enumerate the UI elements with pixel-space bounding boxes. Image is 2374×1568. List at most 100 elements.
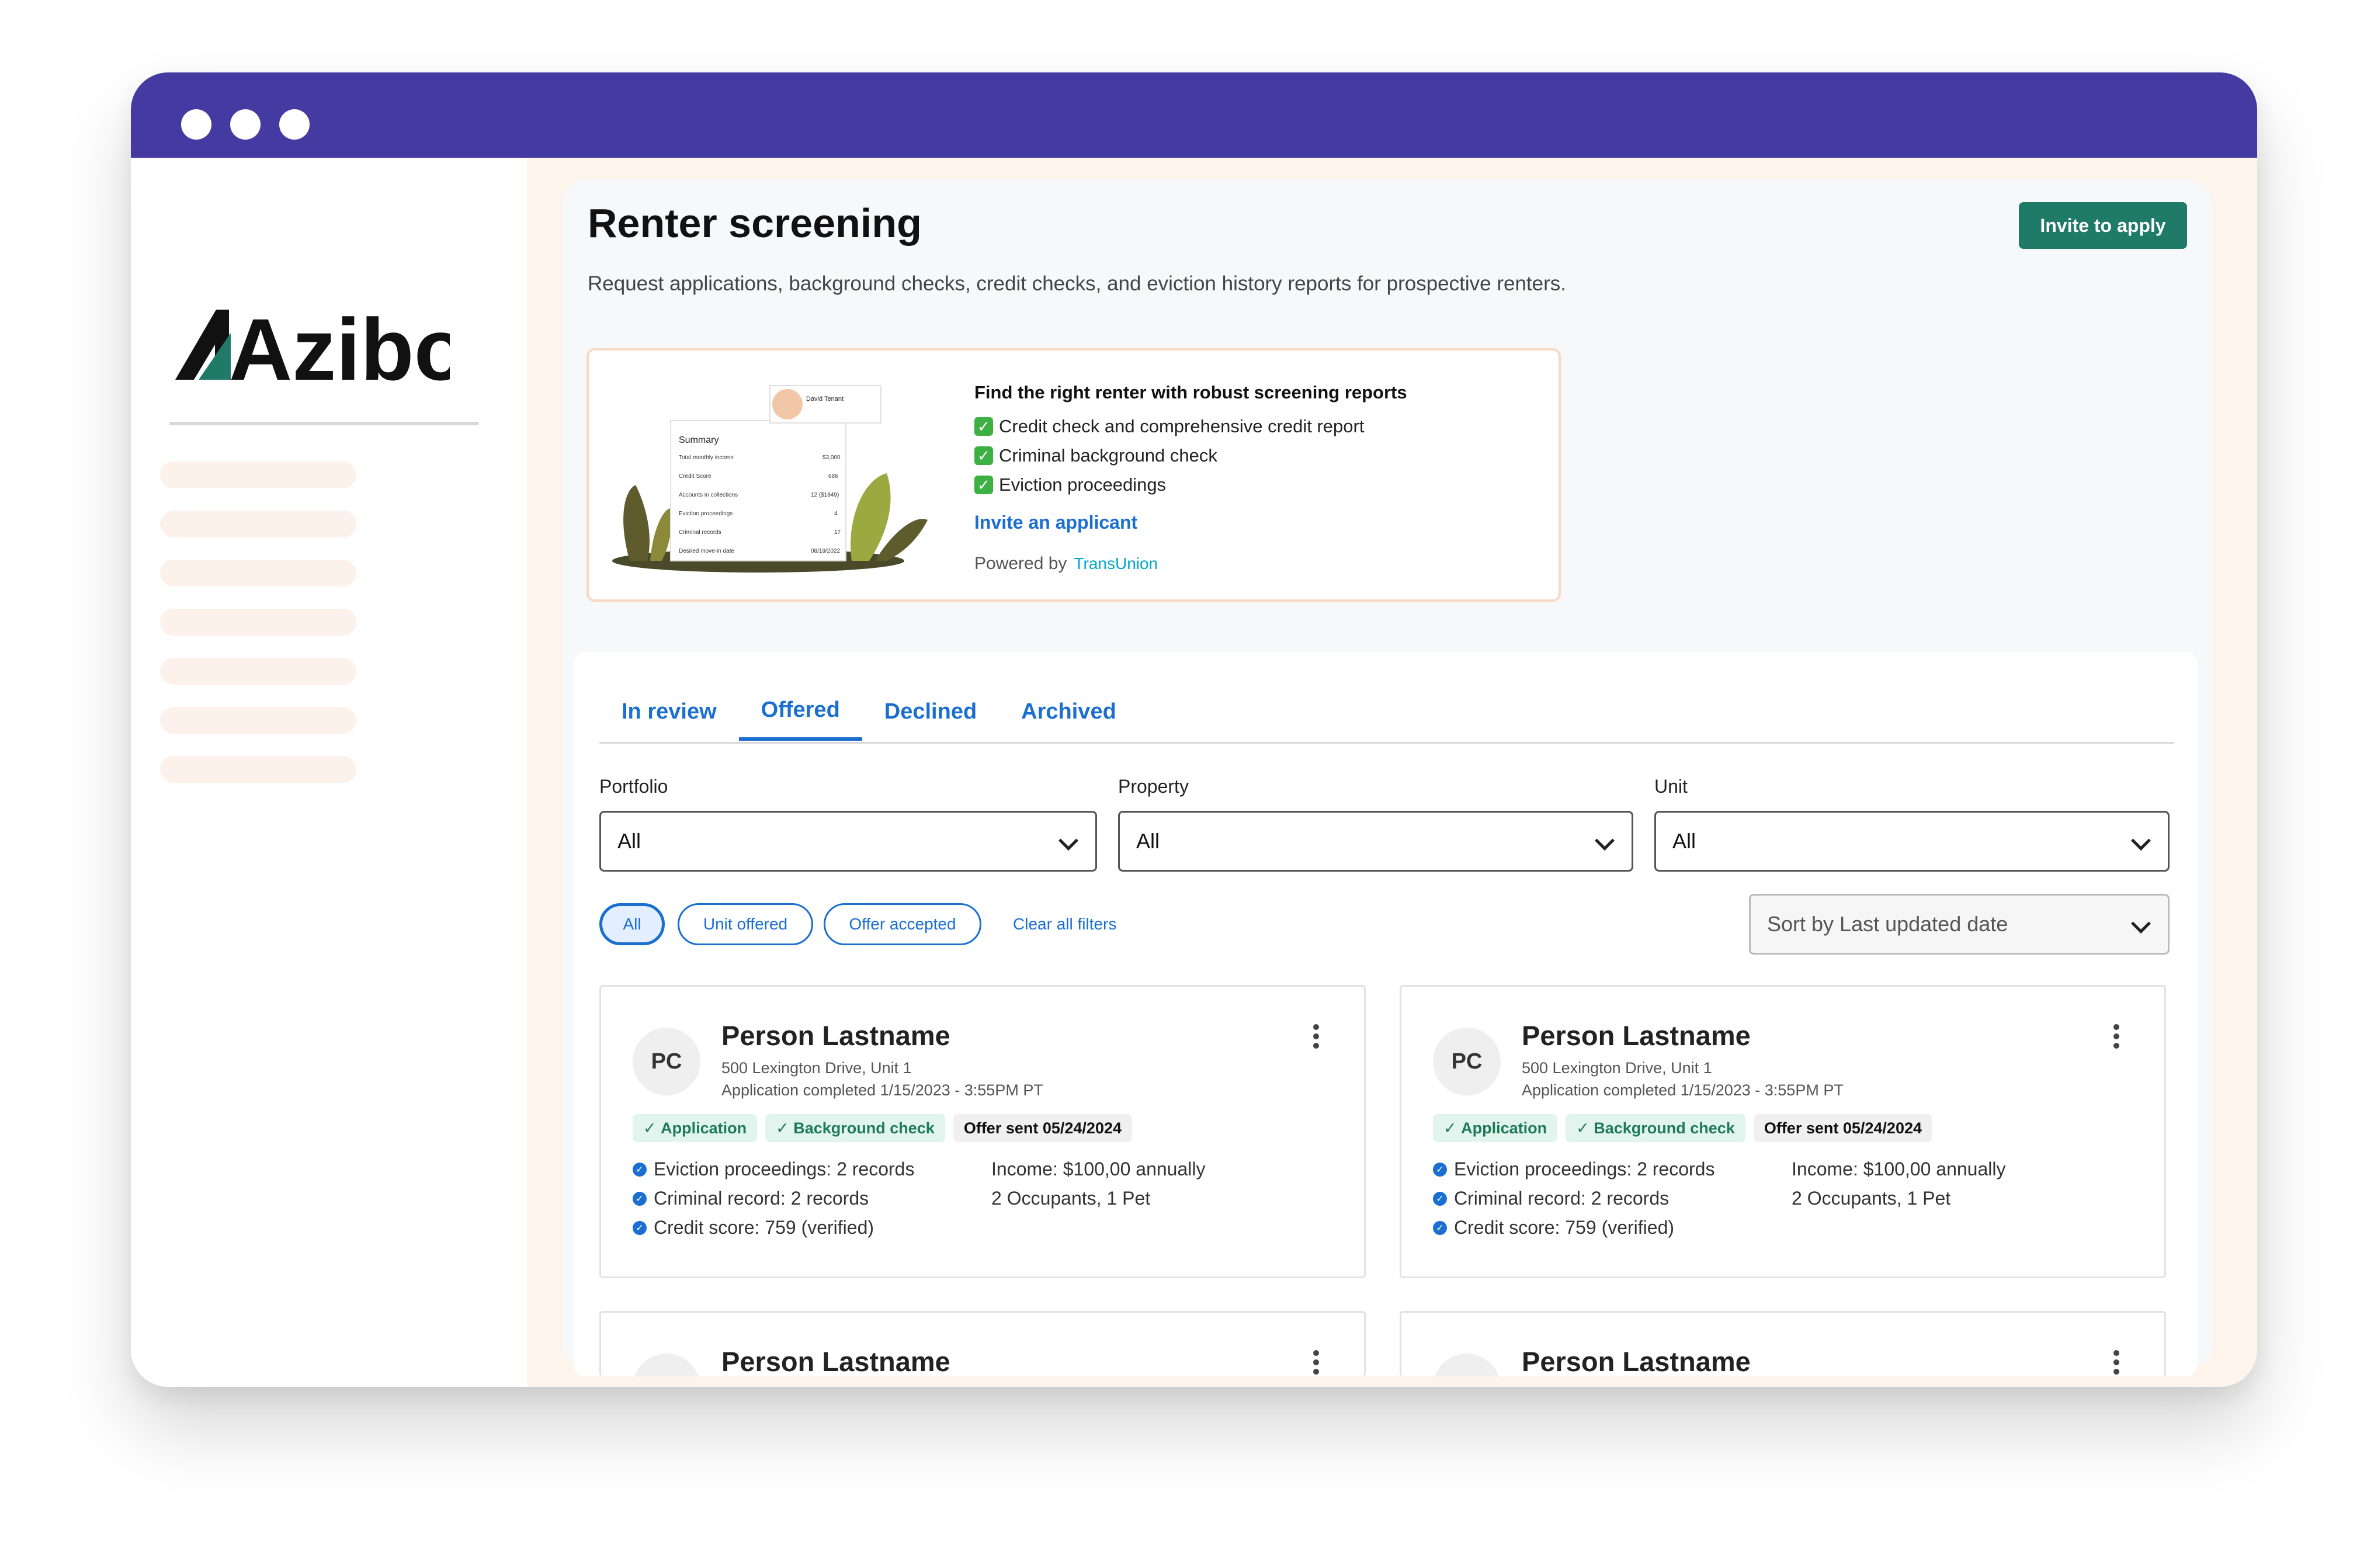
sidebar-item-placeholder[interactable] xyxy=(160,462,356,488)
unit-label: Unit xyxy=(1654,776,1688,797)
applicant-card[interactable]: Person Lastname xyxy=(599,1311,1366,1376)
status-badges: ✓ Application ✓ Background check Offer s… xyxy=(1433,1114,1932,1142)
property-value: All xyxy=(1136,829,1160,853)
azibo-logo[interactable]: Azibo xyxy=(175,298,450,391)
promo-feature-criminal: ✓ Criminal background check xyxy=(974,445,1217,466)
stat-credit: ✓ Credit score: 759 (verified) xyxy=(1433,1217,1674,1239)
illustration-row-value: 4 xyxy=(834,511,838,517)
chevron-down-icon xyxy=(2131,831,2151,851)
badge-offer-sent: Offer sent 05/24/2024 xyxy=(953,1114,1132,1142)
illustration-row-label: Total monthly income xyxy=(679,455,734,461)
verified-icon: ✓ xyxy=(633,1162,647,1177)
tab-declined[interactable]: Declined xyxy=(862,682,999,741)
badge-application: ✓ Application xyxy=(1433,1114,1558,1142)
applicant-card[interactable]: PC Person Lastname 500 Lexington Drive, … xyxy=(599,985,1366,1278)
promo-feature-text: Credit check and comprehensive credit re… xyxy=(999,416,1365,436)
illustration-row-value: 12 ($1849) xyxy=(811,492,839,498)
verified-icon: ✓ xyxy=(1433,1191,1447,1206)
stat-credit: ✓ Credit score: 759 (verified) xyxy=(633,1217,874,1239)
chip-offer-accepted[interactable]: Offer accepted xyxy=(824,903,981,945)
promo-feature-credit: ✓ Credit check and comprehensive credit … xyxy=(974,416,1364,437)
tab-archived[interactable]: Archived xyxy=(999,682,1139,741)
window-titlebar xyxy=(131,72,2257,158)
application-completed: Application completed 1/15/2023 - 3:55PM… xyxy=(721,1081,1043,1099)
sidebar-item-placeholder[interactable] xyxy=(160,658,356,685)
more-options-icon[interactable] xyxy=(1313,1024,1320,1049)
clear-filters-link[interactable]: Clear all filters xyxy=(1013,915,1116,934)
applications-panel: In review Offered Declined Archived Port… xyxy=(574,652,2198,1376)
screening-report-illustration: Summary Total monthly income $3,000 Cred… xyxy=(612,385,928,573)
illustration-row-value: 08/19/2022 xyxy=(811,548,840,554)
sort-value: Sort by Last updated date xyxy=(1767,912,2008,936)
property-label: Property xyxy=(1118,776,1189,797)
applicant-card[interactable]: PC Person Lastname 500 Lexington Drive, … xyxy=(1400,985,2166,1278)
powered-by-label: Powered by xyxy=(974,554,1067,573)
sidebar: Azibo xyxy=(131,158,527,1387)
sidebar-item-placeholder[interactable] xyxy=(160,609,356,636)
applicant-name: Person Lastname xyxy=(1522,1020,1751,1051)
status-tabs: In review Offered Declined Archived xyxy=(599,682,1139,741)
property-select[interactable]: All xyxy=(1118,811,1633,872)
stat-occupants: 2 Occupants, 1 Pet xyxy=(991,1188,1151,1209)
illustration-tenant-name: David Tenant xyxy=(806,396,844,403)
illustration-row-label: Credit Score xyxy=(679,473,711,480)
more-options-icon[interactable] xyxy=(2113,1024,2120,1049)
sort-select[interactable]: Sort by Last updated date xyxy=(1749,894,2170,955)
window-close-dot[interactable] xyxy=(181,109,211,140)
stat-income: Income: $100,00 annually xyxy=(1792,1158,2006,1180)
chip-unit-offered[interactable]: Unit offered xyxy=(678,903,813,945)
illustration-row-value: 686 xyxy=(828,473,838,480)
page-title: Renter screening xyxy=(588,200,922,246)
chip-all[interactable]: All xyxy=(599,903,665,945)
badge-offer-sent: Offer sent 05/24/2024 xyxy=(1753,1114,1932,1142)
avatar xyxy=(1433,1354,1501,1376)
chevron-down-icon xyxy=(1595,831,1615,851)
sidebar-item-placeholder[interactable] xyxy=(160,756,356,783)
verified-icon: ✓ xyxy=(633,1220,647,1235)
illustration-row-label: Eviction proceedings xyxy=(679,511,733,517)
sidebar-item-placeholder[interactable] xyxy=(160,560,356,587)
sidebar-item-placeholder[interactable] xyxy=(160,511,356,537)
badge-background-check: ✓ Background check xyxy=(765,1114,945,1142)
applicant-address: 500 Lexington Drive, Unit 1 xyxy=(1522,1059,1712,1077)
portfolio-value: All xyxy=(617,829,641,853)
invite-to-apply-button[interactable]: Invite to apply xyxy=(2019,202,2187,249)
applicant-name: Person Lastname xyxy=(1522,1346,1751,1376)
application-completed: Application completed 1/15/2023 - 3:55PM… xyxy=(1522,1081,1844,1099)
illustration-row-label: Desired move-in date xyxy=(679,548,734,554)
sidebar-item-placeholder[interactable] xyxy=(160,707,356,734)
check-icon: ✓ xyxy=(974,446,993,465)
portfolio-select[interactable]: All xyxy=(599,811,1097,872)
transunion-logo: TransUnion xyxy=(1074,554,1158,573)
stat-eviction: ✓ Eviction proceedings: 2 records xyxy=(633,1158,914,1180)
window-maximize-dot[interactable] xyxy=(279,109,310,140)
avatar: PC xyxy=(1433,1028,1501,1095)
verified-icon: ✓ xyxy=(1433,1220,1447,1235)
avatar: PC xyxy=(633,1028,700,1095)
stat-criminal: ✓ Criminal record: 2 records xyxy=(1433,1188,1669,1209)
check-icon: ✓ xyxy=(974,417,993,436)
check-icon: ✓ xyxy=(974,476,993,494)
stat-occupants: 2 Occupants, 1 Pet xyxy=(1792,1188,1951,1209)
promo-title: Find the right renter with robust screen… xyxy=(974,382,1407,403)
verified-icon: ✓ xyxy=(1433,1162,1447,1177)
unit-select[interactable]: All xyxy=(1654,811,2170,872)
logo-text: Azibo xyxy=(229,300,450,391)
applicant-card[interactable]: Person Lastname xyxy=(1400,1311,2166,1376)
applicant-name: Person Lastname xyxy=(721,1346,950,1376)
tab-offered[interactable]: Offered xyxy=(738,682,862,741)
window-minimize-dot[interactable] xyxy=(230,109,261,140)
chevron-down-icon xyxy=(1058,831,1078,851)
sidebar-divider xyxy=(169,422,479,425)
applicant-address: 500 Lexington Drive, Unit 1 xyxy=(721,1059,912,1077)
more-options-icon[interactable] xyxy=(2113,1350,2120,1375)
illustration-row-value: 17 xyxy=(834,529,841,536)
illustration-row-label: Accounts in collections xyxy=(679,492,738,498)
illustration-row-label: Criminal records xyxy=(679,529,721,536)
tab-in-review[interactable]: In review xyxy=(599,682,739,741)
stat-eviction: ✓ Eviction proceedings: 2 records xyxy=(1433,1158,1714,1180)
tabs-divider xyxy=(599,742,2174,744)
chevron-down-icon xyxy=(2131,914,2151,934)
invite-applicant-link[interactable]: Invite an applicant xyxy=(974,512,1137,533)
more-options-icon[interactable] xyxy=(1313,1350,1320,1375)
